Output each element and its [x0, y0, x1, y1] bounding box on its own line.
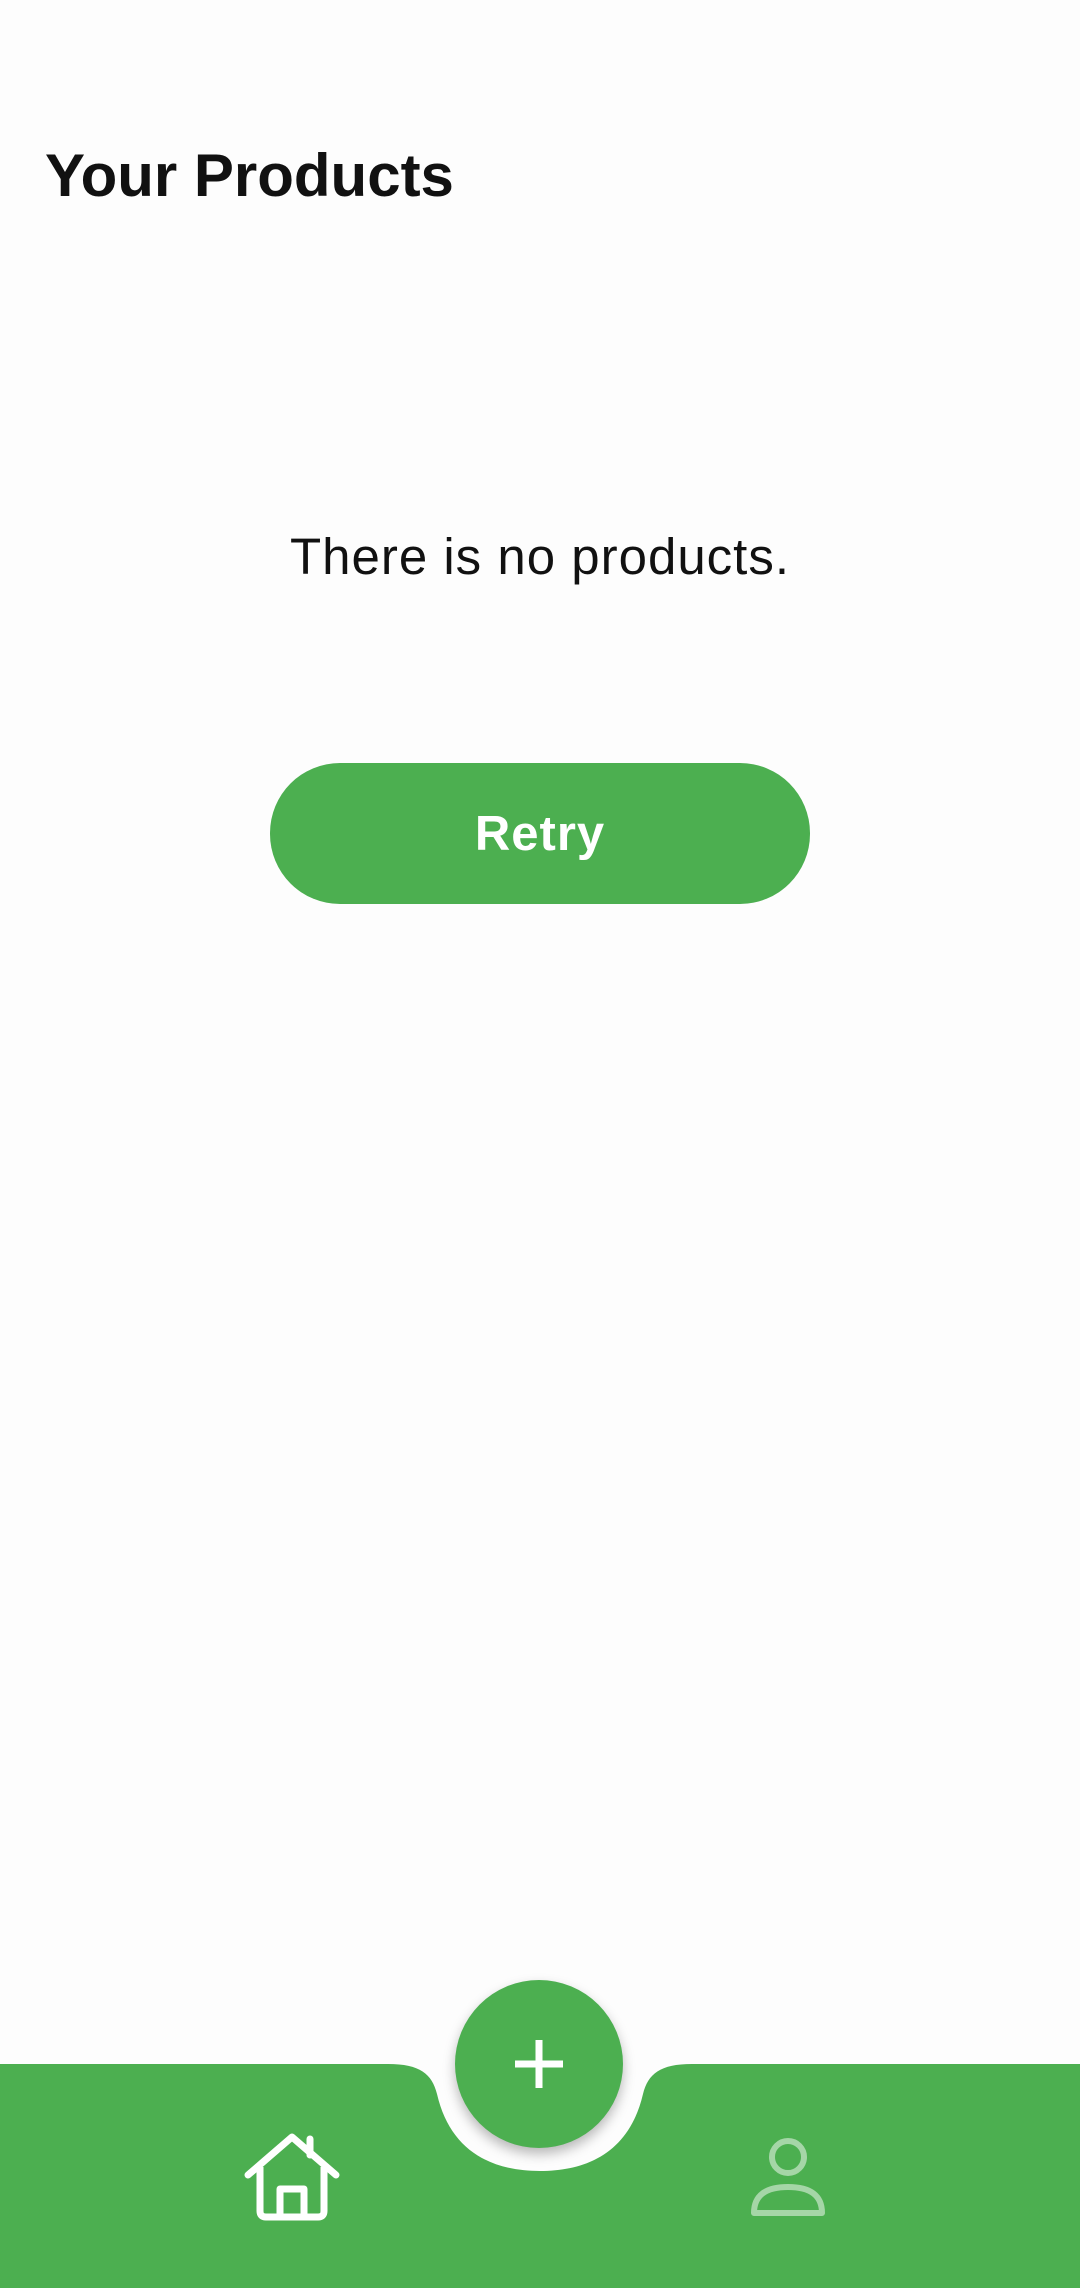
empty-state-message: There is no products.: [289, 528, 791, 585]
nav-profile-button[interactable]: [736, 2125, 840, 2229]
bottom-bar-background: [0, 2064, 1080, 2288]
retry-button[interactable]: Retry: [270, 763, 810, 904]
plus-icon: [515, 2040, 563, 2088]
home-icon: [244, 2133, 340, 2221]
page-title: Your Products: [45, 142, 454, 209]
add-product-button[interactable]: [455, 1980, 623, 2148]
products-screen: Your Products There is no products. Retr…: [0, 0, 1080, 2288]
bottom-navigation-bar: [0, 0, 1080, 2288]
nav-home-button[interactable]: [240, 2125, 344, 2229]
person-icon: [751, 2138, 825, 2216]
